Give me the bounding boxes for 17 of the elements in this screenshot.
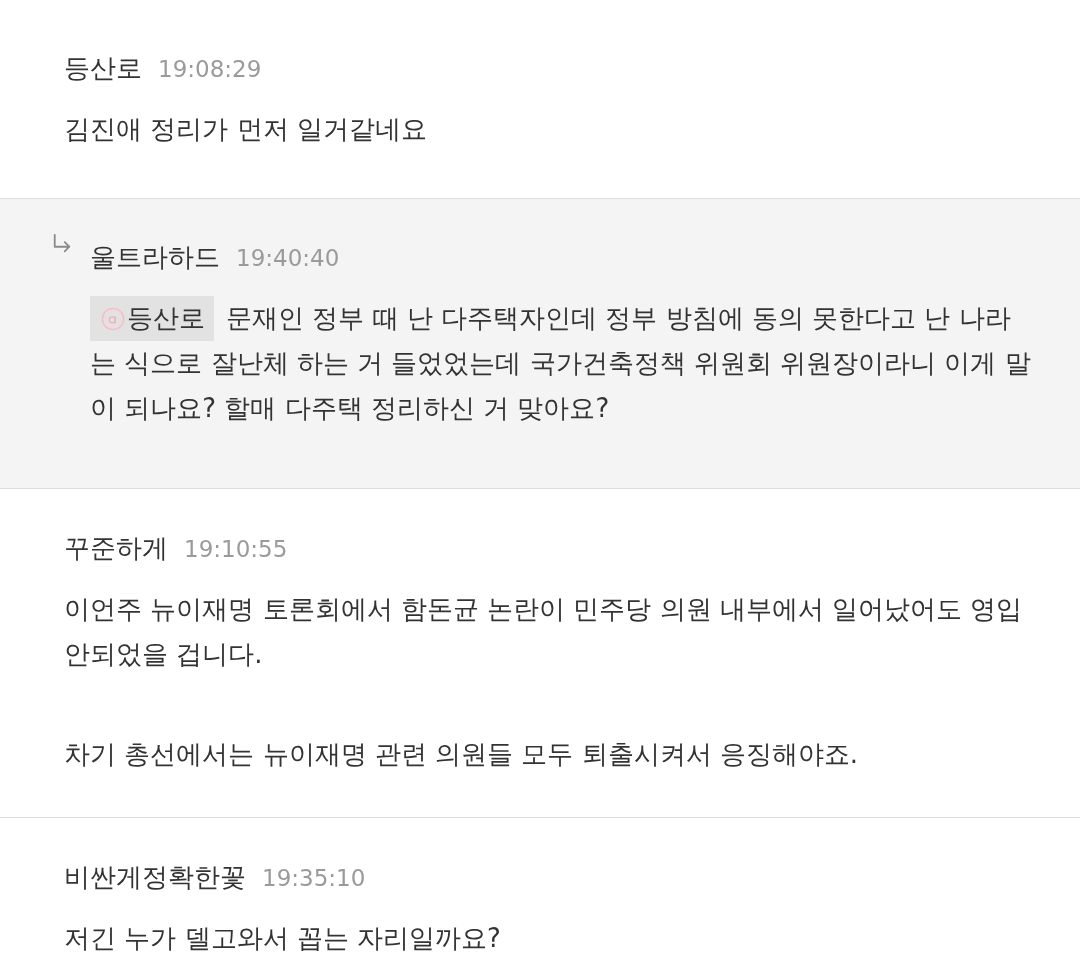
comment-text: 는 식으로 잘난체 하는 거 들었었는데 국가건축정책 위원회 위원장이라니 이게 말이 되나요? 할매 다주택 정리하신 거 맞아요? (90, 348, 1031, 423)
reply-arrow-icon (52, 234, 72, 254)
mention-tag[interactable]: 등산로 (90, 296, 214, 341)
author-name: 등산로 (64, 52, 142, 85)
timestamp: 19:10:55 (184, 535, 288, 564)
comment-text: 김진애 정리가 먼저 일거같네요 (64, 114, 427, 144)
comment-text: 이언주 뉴이재명 토론회에서 함돈균 논란이 민주당 의원 내부에서 일어났어도 영입 안되었을 겁니다. (64, 594, 1023, 669)
timestamp: 19:35:10 (262, 864, 366, 893)
timestamp: 19:08:29 (158, 55, 262, 84)
comment-text: 차기 총선에서는 뉴이재명 관련 의원들 모두 퇴출시켜서 응징해야죠. (64, 739, 859, 769)
author-name: 꾸준하게 (64, 532, 168, 565)
at-sign-icon (101, 306, 125, 331)
comment-text: 문재인 정부 때 난 다주택자인데 정부 방침에 동의 못한다고 난 나라 (226, 302, 1011, 335)
timestamp: 19:40:40 (236, 244, 340, 273)
author-name: 비싼게정확한꽃 (64, 861, 246, 894)
comment-text: 저긴 누가 델고와서 꼽는 자리일까요? (64, 923, 501, 953)
author-name: 울트라하드 (90, 241, 220, 274)
